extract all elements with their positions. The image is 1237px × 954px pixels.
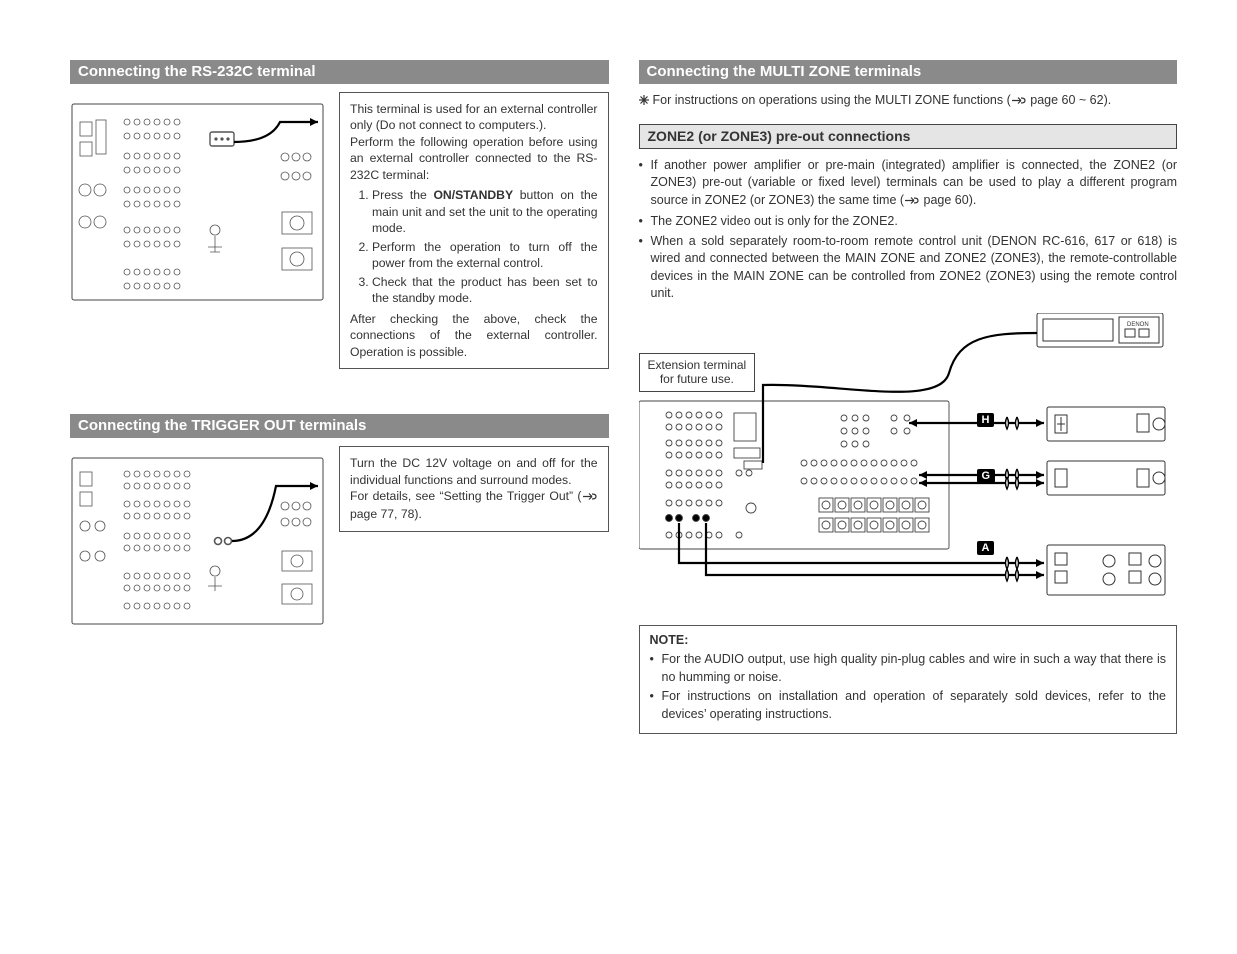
zone2-b3: When a sold separately room-to-room remo… <box>639 233 1178 303</box>
zone2-bullets: If another power amplifier or pre-main (… <box>639 157 1178 303</box>
svg-text:DENON: DENON <box>1127 322 1149 328</box>
rs232c-row: This terminal is used for an external co… <box>70 92 609 369</box>
rs232c-text-box: This terminal is used for an external co… <box>339 92 609 369</box>
note-asterisk-icon <box>639 93 649 111</box>
heading-trigger: Connecting the TRIGGER OUT terminals <box>70 414 609 438</box>
on-standby-button-label: ON/STANDBY <box>433 188 513 202</box>
heading-rs232c: Connecting the RS-232C terminal <box>70 60 609 84</box>
note-title: NOTE: <box>650 632 1167 650</box>
page-ref-icon <box>1011 94 1027 112</box>
rs232c-p3: After checking the above, check the conn… <box>350 312 598 359</box>
extension-terminal-label: Extension terminal for future use. <box>639 353 756 393</box>
note-2: For instructions on installation and ope… <box>650 688 1167 723</box>
note-1: For the AUDIO output, use high quality p… <box>650 651 1167 686</box>
multizone-intro: For instructions on operations using the… <box>639 92 1178 112</box>
page-ref-icon <box>904 194 920 212</box>
rs232c-step-2: Perform the operation to turn off the po… <box>372 239 598 272</box>
heading-multizone: Connecting the MULTI ZONE terminals <box>639 60 1178 84</box>
subheading-zone2: ZONE2 (or ZONE3) pre-out connections <box>639 124 1178 149</box>
trigger-diagram <box>70 456 325 626</box>
trigger-p1: Turn the DC 12V voltage on and off for t… <box>350 456 598 486</box>
trigger-row: Turn the DC 12V voltage on and off for t… <box>70 446 609 626</box>
zone2-b2: The ZONE2 video out is only for the ZONE… <box>639 213 1178 231</box>
rs232c-diagram <box>70 102 325 302</box>
rs232c-steps: Press the ON/STANDBY button on the main … <box>350 187 598 306</box>
rs232c-step-1: Press the ON/STANDBY button on the main … <box>372 187 598 236</box>
trigger-text-box: Turn the DC 12V voltage on and off for t… <box>339 446 609 532</box>
note-box: NOTE: For the AUDIO output, use high qua… <box>639 625 1178 735</box>
manual-page: Connecting the RS-232C terminal <box>0 0 1237 774</box>
trigger-p2a: For details, see “Setting the Trigger Ou… <box>350 489 582 503</box>
diagram-label-A: A <box>977 541 995 555</box>
rs232c-p2: Perform the following operation before u… <box>350 135 598 182</box>
diagram-label-H: H <box>977 413 995 427</box>
page-ref-icon <box>582 490 598 506</box>
diagram-label-G: G <box>977 469 996 483</box>
rs232c-step-3: Check that the product has been set to t… <box>372 274 598 307</box>
right-column: Connecting the MULTI ZONE terminals For … <box>639 60 1178 734</box>
left-column: Connecting the RS-232C terminal <box>70 60 609 734</box>
trigger-p2b: page 77, 78). <box>350 507 422 521</box>
multizone-diagram: Extension terminal for future use. H G A… <box>639 313 1169 603</box>
rs232c-p1: This terminal is used for an external co… <box>350 102 598 132</box>
zone2-b1: If another power amplifier or pre-main (… <box>639 157 1178 212</box>
